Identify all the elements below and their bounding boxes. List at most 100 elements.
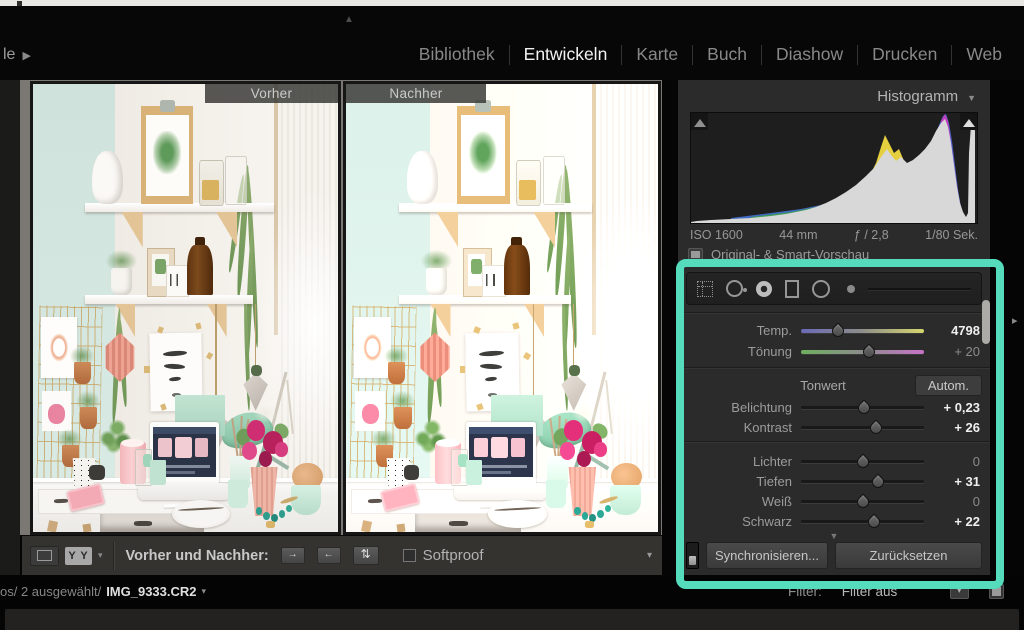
thumb <box>474 438 488 457</box>
loupe-rect-icon <box>37 550 52 561</box>
filter-value[interactable]: Filter aus <box>842 584 930 599</box>
graduated-filter-icon[interactable] <box>785 280 799 298</box>
slider-track[interactable] <box>801 480 924 483</box>
softproof-checkbox[interactable] <box>403 549 416 562</box>
slider-knob[interactable] <box>855 399 872 416</box>
exif-focal-length: 44 mm <box>779 228 817 242</box>
crop-tool-icon[interactable] <box>697 281 713 297</box>
slider-track[interactable] <box>801 520 924 523</box>
tool-strip <box>686 272 982 305</box>
shadow-clipping-indicator[interactable] <box>691 113 708 130</box>
slider-label: Belichtung <box>678 400 801 415</box>
slider-shadows[interactable]: Tiefen + 31 <box>678 471 990 492</box>
slider-knob[interactable] <box>865 513 882 530</box>
ui-top <box>153 427 216 434</box>
slider-track[interactable] <box>801 350 924 354</box>
leg1 <box>361 520 372 532</box>
filmstrip[interactable] <box>4 608 1020 630</box>
left-panel-collapsed[interactable] <box>0 80 20 575</box>
photo-scene <box>346 84 658 532</box>
module-karte[interactable]: Karte <box>622 44 692 65</box>
compare-view: Vorher <box>20 80 662 535</box>
ui-top <box>469 427 533 434</box>
module-bar: le ▶ ▲ Bibliothek Entwickeln Karte Buch … <box>0 6 1024 80</box>
view-dropdown-icon[interactable]: ▾ <box>98 550 103 561</box>
expand-left-panel-icon[interactable]: ▶ <box>22 49 30 62</box>
slider-track[interactable] <box>801 500 924 503</box>
slider-value: 4798 <box>924 323 990 338</box>
exif-info: ISO 1600 44 mm ƒ / 2,8 1/80 Sek. <box>690 228 978 242</box>
slider-blacks[interactable]: Schwarz + 22 <box>678 511 990 532</box>
adjustment-brush-icon[interactable] <box>847 285 855 293</box>
auto-tone-button[interactable]: Autom. <box>915 375 982 396</box>
highlight-clipping-indicator[interactable] <box>960 113 977 130</box>
slider-track[interactable] <box>801 426 924 429</box>
slider-temp[interactable]: Temp. 4798 <box>678 320 990 341</box>
after-photo[interactable]: Nachher <box>346 84 658 532</box>
panel-scrollbar[interactable] <box>982 300 990 344</box>
slider-knob[interactable] <box>870 473 887 490</box>
filename-dropdown-icon[interactable]: ▾ <box>202 586 207 597</box>
slider-highlights[interactable]: Lichter 0 <box>678 451 990 472</box>
slider-track[interactable] <box>801 329 924 333</box>
panel-divider <box>678 367 990 368</box>
slider-label: Lichter <box>678 454 801 469</box>
slider-whites[interactable]: Weiß 0 <box>678 491 990 512</box>
slider-track[interactable] <box>801 406 924 409</box>
amber <box>504 245 531 295</box>
swap-before-after-button[interactable]: ⇅ <box>353 546 379 565</box>
module-buch[interactable]: Buch <box>693 44 761 65</box>
histogram-collapse-icon[interactable]: ▼ <box>967 93 976 103</box>
before-photo[interactable]: Vorher <box>33 84 338 532</box>
module-diashow[interactable]: Diashow <box>762 44 857 65</box>
sync-toggle-switch[interactable] <box>686 542 699 569</box>
collapse-top-panel-icon[interactable]: ▲ <box>344 14 354 25</box>
slider-label: Kontrast <box>678 420 801 435</box>
slider-knob[interactable] <box>868 419 885 436</box>
synchronize-button[interactable]: Synchronisieren... <box>706 542 828 569</box>
slider-tint[interactable]: Tönung + 20 <box>678 341 990 362</box>
panel-collapse-icon[interactable]: ▸ <box>1012 314 1018 327</box>
loupe-view-button[interactable] <box>30 546 59 566</box>
slider-knob[interactable] <box>854 493 871 510</box>
slider-knob[interactable] <box>854 453 871 470</box>
module-web[interactable]: Web <box>952 44 1016 65</box>
compare-toolbar: Y Y ▾ Vorher und Nachher: → ← ⇅ Softproo… <box>22 535 662 575</box>
bd <box>597 510 604 518</box>
slider-exposure[interactable]: Belichtung + 0,23 <box>678 397 990 418</box>
module-entwickeln[interactable]: Entwickeln <box>510 44 622 65</box>
after-label: Nachher <box>346 84 486 103</box>
module-bibliothek[interactable]: Bibliothek <box>405 44 509 65</box>
sl3 <box>449 521 468 526</box>
copper <box>394 407 411 429</box>
copy-before-to-after-button[interactable]: → <box>281 547 305 564</box>
filter-dropdown-icon[interactable]: ▾ <box>950 583 969 599</box>
smart-preview-row[interactable]: Original- & Smart-Vorschau <box>688 247 869 262</box>
leg2 <box>397 523 406 532</box>
pot-white2 <box>426 268 448 296</box>
redeye-tool-icon[interactable] <box>756 281 772 297</box>
toolbar-dropdown-icon[interactable]: ▾ <box>647 550 652 561</box>
tone-title: Tonwert <box>718 378 928 393</box>
filename[interactable]: IMG_9333.CR2 <box>106 584 196 599</box>
selection-status: os/ 2 ausgewählt/ IMG_9333.CR2 ▾ <box>0 584 206 599</box>
clip <box>160 100 175 112</box>
slider-contrast[interactable]: Kontrast + 26 <box>678 417 990 438</box>
slider-knob[interactable] <box>829 322 846 339</box>
histogram[interactable] <box>690 112 978 224</box>
module-drucken[interactable]: Drucken <box>858 44 951 65</box>
slider-track[interactable] <box>801 460 924 463</box>
copy-after-to-before-button[interactable]: ← <box>317 547 341 564</box>
copper <box>74 362 91 384</box>
spot-removal-icon[interactable] <box>726 280 743 297</box>
radial-filter-icon[interactable] <box>812 280 830 298</box>
filter-lock-icon[interactable] <box>989 584 1004 599</box>
histogram-header[interactable]: Histogramm ▼ <box>877 88 976 105</box>
reset-button[interactable]: Zurücksetzen <box>835 542 982 569</box>
pot-white2 <box>111 268 132 296</box>
pink-blob <box>362 404 379 424</box>
before-after-label: Vorher und Nachher: <box>126 548 269 564</box>
scroll-more-icon[interactable]: ▼ <box>830 531 839 541</box>
slider-knob[interactable] <box>860 343 877 360</box>
before-after-view-button[interactable]: Y Y <box>65 547 92 565</box>
